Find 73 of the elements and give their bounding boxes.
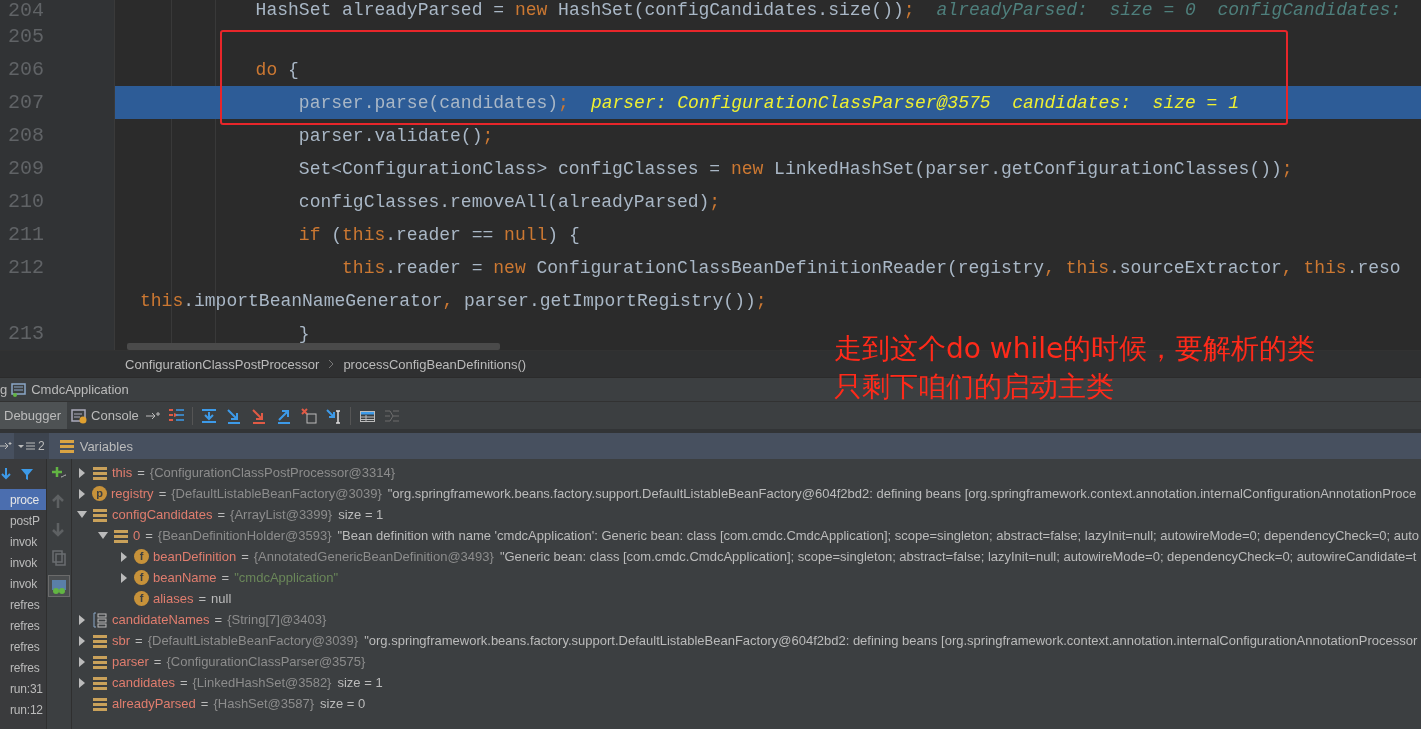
field-icon: f [134,570,149,585]
variable-entry[interactable]: candidateNames = {String[7]@3403} [112,612,333,627]
code-line: parser.validate(); [297,125,494,146]
step-into-icon[interactable] [224,406,243,425]
chevron-icon [327,359,336,369]
variable-icon [92,674,108,691]
application-icon [11,382,28,397]
variable-entry[interactable]: sbr = {DefaultListableBeanFactory@3039} "org.springframework.beans.factory.support.DefaultListableBeanFactory@604f2bd2: defining beans [org.springframework.context.annotation.internalConfigurationAnnotationProcessor [112,633,1418,648]
variable-icon [92,695,108,712]
variable-entry[interactable]: aliases = null [153,591,232,606]
tool-window-label: g [0,382,8,397]
horizontal-scrollbar[interactable] [127,343,500,350]
stack-frame[interactable]: invok [0,552,46,573]
variable-icon [92,653,108,670]
console-tab[interactable]: Console [67,402,145,429]
drop-frame-icon[interactable] [299,406,318,425]
stack-frame[interactable]: invok [0,573,46,594]
variable-entry[interactable]: candidates = {LinkedHashSet@3582} size = 1 [112,675,383,690]
breadcrumb-item[interactable]: ConfigurationClassPostProcessor [125,356,320,372]
variable-icon [113,527,129,544]
stack-frame[interactable]: refres [0,594,46,615]
filter-icon[interactable] [20,467,34,481]
code-line: this.importBeanNameGenerator, parser.getImportRegistry()); [140,290,767,311]
code-line: do { [254,59,299,80]
inline-value-hint: parser: ConfigurationClassParser@3575 candidates: size = 1 [590,92,1239,113]
variable-icon [92,506,108,523]
code-line: Set<ConfigurationClass> configClasses = new LinkedHashSet(parser.getConfigurationClasses()); [297,158,1293,179]
stack-frame[interactable]: postP [0,510,46,531]
variable-entry[interactable]: parser = {ConfigurationClassParser@3575} [112,654,372,669]
run-configuration-name[interactable]: CmdcApplication [31,382,129,397]
stack-frame[interactable]: run:12 [0,699,46,720]
run-to-cursor-icon[interactable] [324,406,343,425]
field-icon: f [134,591,149,606]
code-line: HashSet alreadyParsed = new HashSet(configCandidates.size()); [254,0,915,20]
code-line: parser.parse(candidates); [297,92,569,113]
step-over-icon[interactable] [199,406,218,425]
debugger-tab[interactable]: Debugger [0,402,68,429]
stack-frame[interactable]: refres [0,615,46,636]
variable-icon [92,464,108,481]
field-icon: f [134,549,149,564]
stack-frame[interactable]: refres [0,636,46,657]
force-step-into-icon[interactable] [249,406,268,425]
variable-entry[interactable]: beanDefinition = {AnnotatedGenericBeanDefinition@3493} "Generic bean: class [com.cmdc.CmdcApplication]; scope=singleton; abstract=false; lazyInit=null; autowireMode=0; dependencyCheck=0; autowireCandidate=t [153,549,1417,564]
field-icon: p [92,486,107,501]
inline-value-hint: alreadyParsed: size = 0 configCandidates: [936,0,1402,20]
annotation-text: 只剩下咱们的启动主类 [834,369,1115,405]
arrow-icon[interactable] [144,409,161,422]
threads-dropdown[interactable]: 2 [14,433,49,459]
arrow-icon[interactable] [0,440,12,452]
stack-frame[interactable]: invok [0,531,46,552]
variable-icon [92,632,108,649]
stack-frame[interactable]: run:31 [0,678,46,699]
variable-entry[interactable]: alreadyParsed = {HashSet@3587} size = 0 [112,696,366,711]
variable-entry[interactable]: this = {ConfigurationClassPostProcessor@3314} [112,465,401,480]
breadcrumb-item[interactable]: processConfigBeanDefinitions() [343,356,527,372]
variables-icon [58,438,75,454]
variable-entry[interactable]: beanName = "cmdcApplication" [153,570,339,585]
stack-frame[interactable]: proce [0,489,46,510]
annotation-text: 走到这个do while的时候，要解析的类 [834,331,1316,367]
list-icon [18,440,36,452]
code-line: } [297,323,310,344]
stack-frame[interactable]: refres [0,657,46,678]
array-icon [92,611,108,628]
variable-entry[interactable]: 0 = {BeanDefinitionHolder@3593} "Bean definition with name 'cmdcApplication': Generic bean: class [com.cmdc.CmdcApplication]; scope=singleton; abstract=false; lazyInit=null; autowireMode=0; dependencyCheck=0; auto [133,528,1420,543]
watches-icon[interactable] [50,577,68,595]
code-line: if (this.reader == null) { [297,224,580,245]
panel-title: Variables [79,438,133,454]
console-icon [71,407,88,424]
down-arrow-icon[interactable] [0,467,12,481]
variable-entry[interactable]: configCandidates = {ArrayList@3399} size = 1 [112,507,384,522]
code-line: this.reader = new ConfigurationClassBeanDefinitionReader(registry, this.sourceExtractor, this.reso [341,257,1401,278]
code-line: configClasses.removeAll(alreadyParsed); [297,191,721,212]
variable-entry[interactable]: registry = {DefaultListableBeanFactory@3039} "org.springframework.beans.factory.support.DefaultListableBeanFactory@604f2bd2: defining beans [org.springframework.context.annotation.internalConfigurationAnnotationProce [111,486,1417,501]
